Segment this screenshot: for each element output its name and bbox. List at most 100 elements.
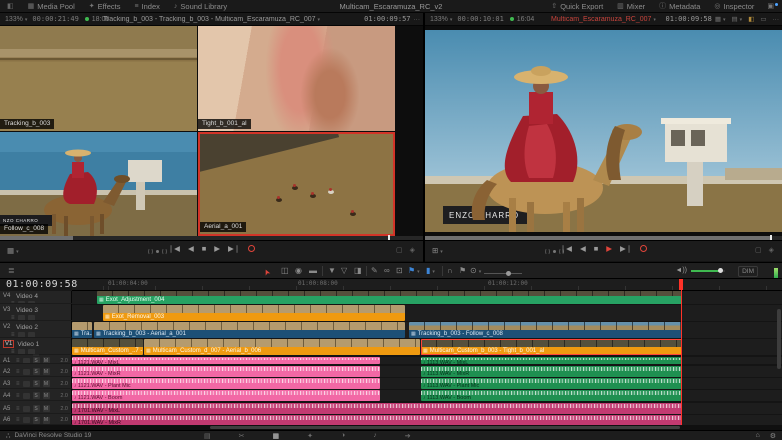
audio-volume-control[interactable]: ◄)) (675, 267, 725, 274)
timeline-clip[interactable]: ♪ 1113.WAV - MixL (421, 357, 682, 364)
track-handle-icon[interactable]: ≡ (16, 393, 20, 399)
metadata-button[interactable]: ⓘMetadata (652, 0, 707, 12)
timeline-clip[interactable]: ♪ 1113.WAV - Plant Mic (421, 378, 682, 389)
track-lock-icon[interactable] (23, 393, 30, 399)
angle-cell-aerial-selected[interactable]: Aerial_a_001 (198, 132, 395, 236)
effects-button[interactable]: ✦Effects (82, 2, 128, 11)
track-handle-icon[interactable]: ≡ (16, 369, 20, 375)
marker-icon[interactable]: ▮▾ (426, 266, 435, 277)
angle-cell-tight[interactable]: Tight_b_001_al (198, 26, 395, 131)
go-to-last-frame-button[interactable]: ▶❘ (228, 244, 240, 253)
project-manager-icon[interactable]: ⌂ (755, 432, 759, 440)
page-tab-fairlight[interactable]: ♪ (373, 432, 377, 440)
timeline-clip[interactable]: ♪ 1701.WAV - MixL (72, 403, 682, 414)
solo-button[interactable]: S (33, 417, 40, 424)
timeline-clip[interactable]: ♪ 1121.WAV - Plant Mic (72, 378, 380, 389)
play-button[interactable]: ▶ (214, 244, 220, 253)
timeline-clip[interactable]: ▦Multicam_Custom_..7 - Follow_c_001 (72, 339, 143, 355)
loop-button[interactable] (248, 245, 255, 252)
solo-button[interactable]: S (33, 380, 40, 387)
step-back-button[interactable]: ◀ (188, 244, 194, 253)
track-lock-icon[interactable] (23, 369, 30, 375)
layout-presets-icon[interactable]: ▣ (761, 2, 780, 10)
track-enable-icon[interactable] (18, 315, 25, 321)
timeline-view-options-icon[interactable]: ≣ (8, 266, 15, 276)
track-handle-icon[interactable]: ≡ (16, 417, 20, 423)
overwrite-clip-icon[interactable]: ▽ (341, 266, 347, 276)
track-lock-icon[interactable] (28, 315, 35, 321)
media-pool-button[interactable]: ▦Media Pool (21, 2, 82, 11)
mute-button[interactable]: M (43, 357, 50, 364)
track-header-a3[interactable]: A3≡SM2.0 (0, 378, 72, 389)
track-target-a2[interactable]: A2 (3, 369, 13, 375)
track-splitter[interactable]: ⋯ (0, 355, 72, 358)
snapping-icon[interactable]: ∩ (447, 266, 453, 276)
track-header-a4[interactable]: A4≡SM2.0 (0, 390, 72, 401)
trim-edit-tool-icon[interactable]: ◫ (281, 266, 289, 276)
track-target-v1[interactable]: V1 (3, 340, 14, 348)
page-tab-deliver[interactable]: ➔ (405, 432, 411, 440)
track-handle-icon[interactable]: ≡ (16, 381, 20, 387)
solo-button[interactable]: S (33, 392, 40, 399)
blade-tool-icon[interactable]: ▬ (309, 266, 317, 276)
timeline-clip[interactable]: ▦Tracking_b_003 - Follow_c_008 (409, 322, 682, 338)
index-button[interactable]: ≡Index (127, 2, 166, 11)
angle-cell-tracking[interactable]: Tracking_b_003 (0, 26, 197, 131)
track-header-v3[interactable]: V3Video 3 ≡ (0, 305, 72, 321)
timeline-clip[interactable]: ♪ 1113.WAV - Boom (421, 390, 682, 401)
viewer-more-icon[interactable]: ··· (773, 16, 780, 23)
insert-clip-icon[interactable]: ▼ (328, 266, 336, 276)
track-lock-icon[interactable] (23, 381, 30, 387)
horizontal-scrollbar-thumb[interactable] (210, 426, 680, 429)
viewer-clip-title[interactable]: Tracking_b_003 - Tracking_b_003 - Multic… (103, 16, 320, 23)
page-tab-color[interactable]: ◑ (341, 432, 345, 440)
viewer-zoom-select[interactable]: 133%▾ (430, 16, 452, 23)
timeline-clip[interactable]: ▦Multicam_Custom_d_007 - Aerial_b_006 (144, 339, 420, 355)
go-to-first-frame-button[interactable]: ❘◀ (560, 244, 572, 253)
step-back-button[interactable]: ◀ (580, 244, 586, 253)
page-tab-cut[interactable]: ✂ (239, 432, 245, 440)
mute-button[interactable]: M (43, 417, 50, 424)
flag-icon[interactable]: ⚑▾ (408, 266, 420, 277)
track-handle-icon[interactable]: ≡ (16, 358, 20, 364)
timeline-clip[interactable]: ▦Exot_Adjustment_004 (97, 291, 682, 304)
track-handle-icon[interactable]: ≡ (11, 301, 15, 304)
track-target-a5[interactable]: A5 (3, 406, 13, 412)
cinema-viewer-icon[interactable]: ◈ (769, 246, 774, 254)
match-frame-icon[interactable]: ▢ (755, 246, 762, 254)
sound-library-button[interactable]: ♪Sound Library (167, 2, 234, 11)
track-target-v4[interactable]: V4 (3, 293, 13, 299)
go-to-last-frame-button[interactable]: ▶❘ (620, 244, 632, 253)
track-handle-icon[interactable]: ≡ (11, 332, 15, 338)
solo-button[interactable]: S (33, 405, 40, 412)
track-header-a2[interactable]: A2≡SM2.0 (0, 366, 72, 377)
zoom-tool-icon[interactable]: ⊙▾ (470, 266, 481, 277)
mute-button[interactable]: M (43, 368, 50, 375)
position-lock-icon[interactable]: ⊡ (396, 266, 403, 276)
stop-button[interactable]: ■ (202, 244, 207, 253)
quick-export-button[interactable]: ⇧Quick Export (544, 0, 610, 12)
track-enable-icon[interactable] (18, 332, 25, 338)
go-to-first-frame-button[interactable]: ❘◀ (168, 244, 180, 253)
selection-tool-icon[interactable]: ➤ (261, 267, 273, 277)
track-target-a3[interactable]: A3 (3, 381, 13, 387)
playhead[interactable] (681, 279, 682, 425)
track-target-a6[interactable]: A6 (3, 417, 13, 423)
track-header-a5[interactable]: A5≡SM2.0 (0, 403, 72, 414)
grid-view-icon[interactable]: ▦▾ (715, 15, 726, 23)
track-target-v3[interactable]: V3 (3, 307, 13, 313)
viewer-more-icon[interactable]: ··· (414, 16, 421, 23)
flag-jump-icon[interactable]: ⚑ (459, 266, 466, 276)
replace-clip-icon[interactable]: ◨ (354, 266, 362, 276)
page-tab-edit[interactable]: ▦ (273, 432, 280, 440)
pen-tool-icon[interactable]: ✎ (371, 266, 378, 276)
track-lock-icon[interactable] (23, 358, 30, 364)
viewer-zoom-select[interactable]: 133%▾ (5, 16, 27, 23)
timeline-clip[interactable]: ▦Exot_Removal_003 (103, 305, 405, 321)
panel-toggle-icon[interactable]: ◧ (0, 0, 21, 12)
inspector-button[interactable]: ◎Inspector (707, 0, 761, 12)
timeline-clip[interactable]: ♪ 1121.WAV - Boom (72, 390, 380, 401)
loop-button[interactable] (640, 245, 647, 252)
mute-button[interactable]: M (43, 405, 50, 412)
match-frame-icon[interactable]: ▢ (396, 246, 403, 254)
